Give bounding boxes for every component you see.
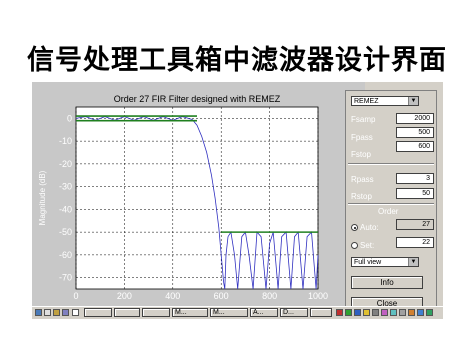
fsamp-label: Fsamp	[351, 115, 376, 124]
fpass-label: Fpass	[351, 133, 373, 142]
info-button[interactable]: Info	[351, 276, 423, 289]
rpass-field[interactable]: 3	[396, 173, 434, 184]
fstop-label: Fstop	[351, 150, 372, 159]
divider	[348, 203, 434, 205]
set-order-field[interactable]: 22	[396, 237, 434, 248]
y-tick-label: -70	[59, 273, 72, 283]
auto-order-value: 27	[396, 219, 434, 230]
fpass-field[interactable]: 500	[396, 127, 434, 138]
quick-launch-icon[interactable]	[72, 309, 79, 316]
auto-label: Auto:	[360, 223, 379, 232]
plot-frame	[75, 106, 319, 290]
plot-area: 0 200 400 600 800 1000 0 -10 -20 -30 -40 -50 -60 -70 O…	[32, 82, 365, 318]
rpass-label: Rpass	[351, 175, 374, 184]
filter-design-window: 0 200 400 600 800 1000 0 -10 -20 -30 -40 -50 -60 -70 O…	[32, 82, 443, 318]
tray-icon[interactable]	[372, 309, 379, 316]
y-tick-label: -10	[59, 136, 72, 146]
rstop-label: Rstop	[351, 192, 372, 201]
y-tick-label: -50	[59, 227, 72, 237]
y-tick-label: 0	[67, 113, 72, 123]
chevron-down-icon: ▼	[408, 258, 418, 266]
taskbar-button[interactable]: A...	[250, 308, 278, 317]
taskbar-button[interactable]: M...	[210, 308, 248, 317]
tray-icon[interactable]	[426, 309, 433, 316]
x-tick-label: 600	[214, 291, 229, 301]
x-tick-label: 800	[262, 291, 277, 301]
y-axis-label: Magnitude (dB)	[38, 170, 47, 225]
tray-icon[interactable]	[417, 309, 424, 316]
taskbar-button[interactable]: M...	[172, 308, 208, 317]
quick-launch-icon[interactable]	[44, 309, 51, 316]
view-select[interactable]: Full view ▼	[351, 257, 419, 267]
taskbar-button[interactable]	[114, 308, 140, 317]
fsamp-field[interactable]: 2000	[396, 113, 434, 124]
order-label: Order	[378, 207, 399, 216]
auto-order-radio[interactable]	[351, 224, 358, 231]
chart-title: Order 27 FIR Filter designed with REMEZ	[114, 94, 281, 104]
start-icon[interactable]	[35, 309, 42, 316]
method-value: REMEZ	[354, 98, 379, 105]
tray-icon[interactable]	[354, 309, 361, 316]
set-order-radio[interactable]	[351, 242, 358, 249]
y-tick-label: -30	[59, 182, 72, 192]
tray-icon[interactable]	[381, 309, 388, 316]
fstop-field[interactable]: 600	[396, 141, 434, 152]
tray-icon[interactable]	[345, 309, 352, 316]
quick-launch-icon[interactable]	[62, 309, 69, 316]
rstop-field[interactable]: 50	[396, 188, 434, 199]
view-value: Full view	[354, 259, 382, 266]
chevron-down-icon: ▼	[408, 97, 418, 105]
tray-icon[interactable]	[399, 309, 406, 316]
taskbar-button[interactable]	[84, 308, 112, 317]
slide-title: 信号处理工具箱中滤波器设计界面	[27, 45, 447, 76]
method-select[interactable]: REMEZ ▼	[351, 96, 419, 106]
x-tick-label: 400	[165, 291, 180, 301]
control-panel: REMEZ ▼ Fsamp 2000 Fpass 500 Fstop 600 R…	[345, 90, 437, 318]
quick-launch-icon[interactable]	[53, 309, 60, 316]
x-tick-label: 200	[117, 291, 132, 301]
taskbar-button[interactable]: D...	[280, 308, 308, 317]
y-tick-label: -60	[59, 250, 72, 260]
tray-icon[interactable]	[408, 309, 415, 316]
x-tick-label: 1000	[308, 291, 328, 301]
divider	[348, 163, 434, 165]
y-tick-label: -40	[59, 204, 72, 214]
tray-icon[interactable]	[336, 309, 343, 316]
tray-icon[interactable]	[363, 309, 370, 316]
tray-icon[interactable]	[390, 309, 397, 316]
taskbar: M... M... A... D...	[32, 306, 443, 319]
taskbar-button[interactable]	[142, 308, 170, 317]
magnitude-chart: 0 200 400 600 800 1000 0 -10 -20 -30 -40 -50 -60 -70 O…	[38, 94, 328, 301]
y-tick-label: -20	[59, 159, 72, 169]
set-label: Set:	[360, 241, 375, 250]
x-tick-label: 0	[73, 291, 78, 301]
taskbar-button[interactable]	[310, 308, 332, 317]
